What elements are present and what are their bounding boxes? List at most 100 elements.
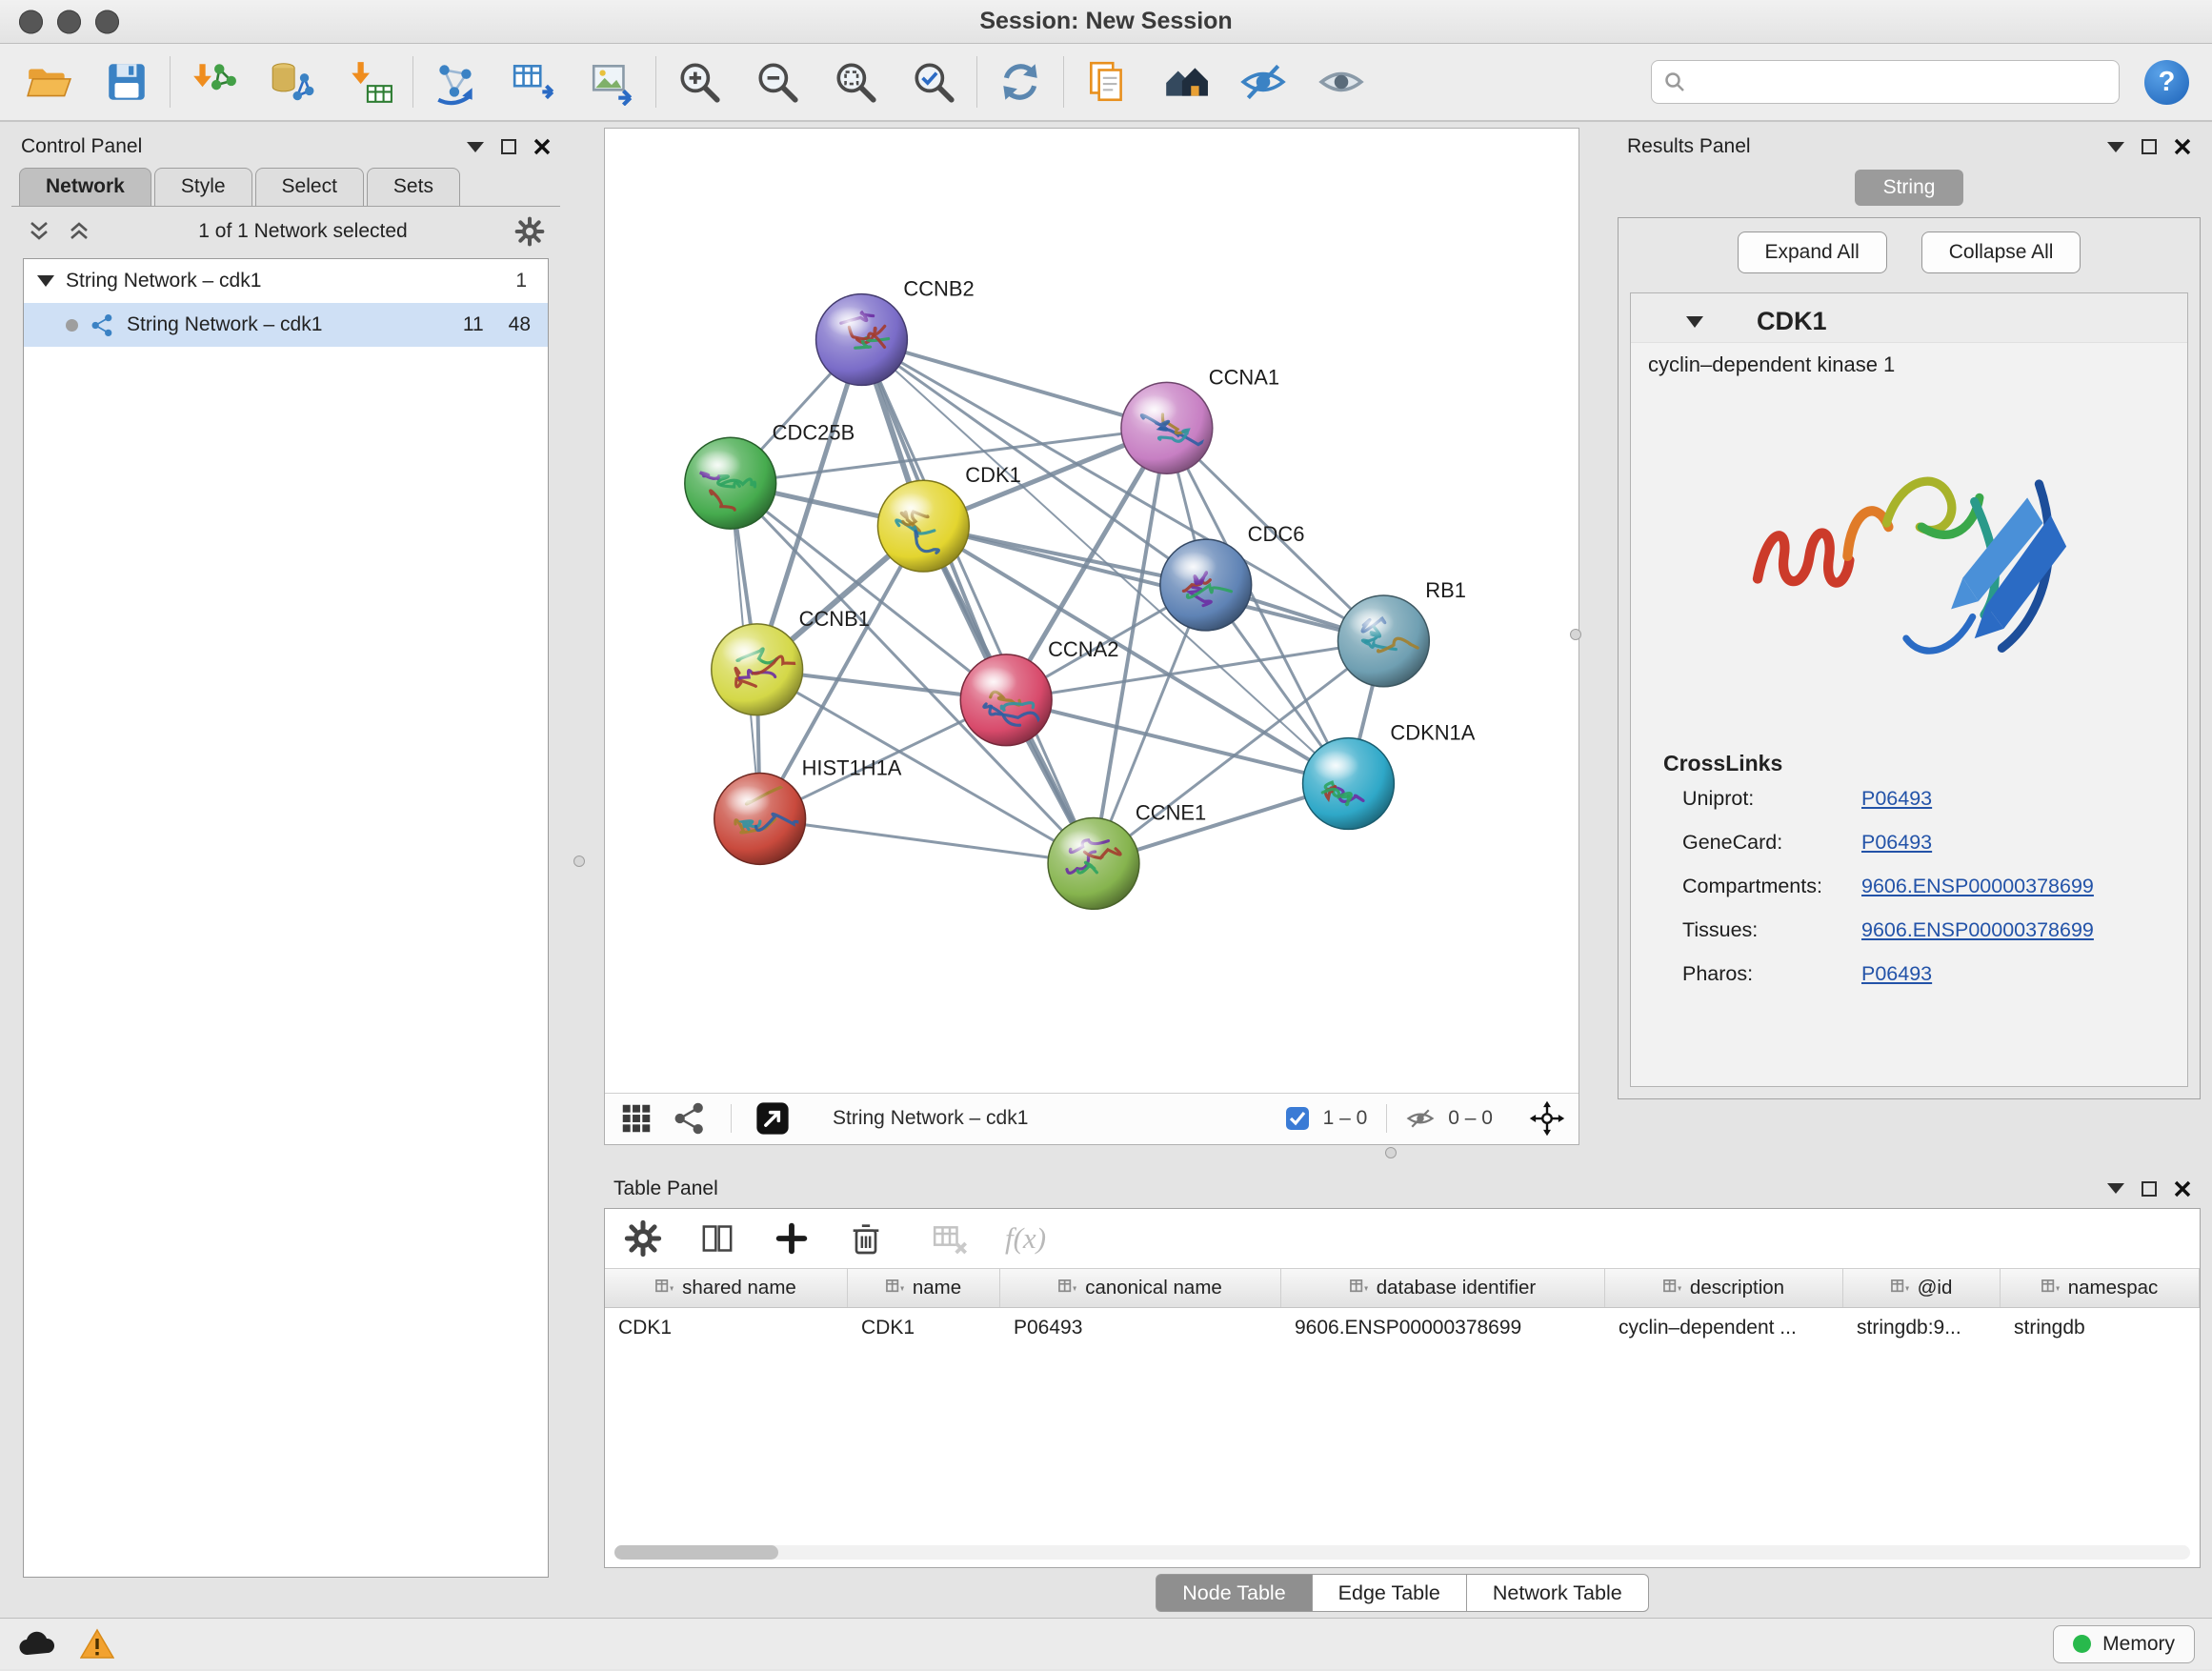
- network-edge[interactable]: [760, 818, 1094, 863]
- hidden-eye-slash-icon[interactable]: [1406, 1104, 1435, 1133]
- annotation-button[interactable]: [1081, 56, 1133, 108]
- cloud-icon[interactable]: [17, 1630, 57, 1659]
- collapse-all-button[interactable]: Collapse All: [1921, 232, 2081, 273]
- grid-view-button[interactable]: [618, 1100, 654, 1137]
- open-folder-icon: [25, 58, 72, 106]
- tab-select[interactable]: Select: [255, 168, 364, 206]
- network-node-CCNA1[interactable]: CCNA1: [1121, 365, 1279, 473]
- close-panel-icon[interactable]: [2174, 138, 2191, 155]
- apply-layout-button[interactable]: [995, 56, 1046, 108]
- memory-button[interactable]: Memory: [2053, 1625, 2195, 1663]
- network-row[interactable]: String Network – cdk1 11 48: [24, 303, 548, 347]
- import-network-database-button[interactable]: [266, 56, 317, 108]
- column-header-namespace[interactable]: namespac: [2001, 1269, 2200, 1307]
- warning-icon[interactable]: [80, 1628, 114, 1660]
- node-label-CCNA1: CCNA1: [1209, 365, 1279, 389]
- crosslink-link[interactable]: P06493: [1861, 962, 1932, 986]
- crosslink-link[interactable]: 9606.ENSP00000378699: [1861, 875, 2094, 898]
- network-tree: String Network – cdk1 1 String Network –…: [23, 258, 549, 1578]
- show-columns-icon[interactable]: [698, 1219, 736, 1258]
- float-panel-icon[interactable]: [2107, 1183, 2124, 1194]
- export-image-button[interactable]: [587, 56, 638, 108]
- import-network-file-button[interactable]: [188, 56, 239, 108]
- search-input[interactable]: [1696, 70, 2107, 93]
- minimize-window-button[interactable]: [57, 10, 81, 33]
- zoom-out-button[interactable]: [752, 56, 803, 108]
- float-panel-icon[interactable]: [2107, 142, 2124, 152]
- control-panel-tabs: Network Style Select Sets: [11, 166, 560, 207]
- column-header-shared-name[interactable]: shared name: [605, 1269, 848, 1307]
- column-header-database-identifier[interactable]: database identifier: [1281, 1269, 1605, 1307]
- network-collection-row[interactable]: String Network – cdk1 1: [24, 259, 548, 303]
- network-node-CDKN1A[interactable]: CDKN1A: [1303, 721, 1476, 830]
- navigator-crosshair-icon[interactable]: [1529, 1100, 1565, 1137]
- delete-table-icon: [931, 1219, 969, 1258]
- traffic-lights: [19, 10, 119, 33]
- crosslink-link[interactable]: P06493: [1861, 831, 1932, 855]
- network-from-table-button[interactable]: [509, 56, 560, 108]
- column-header-name[interactable]: name: [848, 1269, 1000, 1307]
- close-panel-icon[interactable]: [533, 138, 551, 155]
- collapse-all-chevrons-icon[interactable]: [67, 219, 91, 244]
- save-session-button[interactable]: [101, 56, 152, 108]
- zoom-selected-button[interactable]: [908, 56, 959, 108]
- import-table-button[interactable]: [344, 56, 395, 108]
- tab-string[interactable]: String: [1855, 170, 1964, 206]
- network-graph[interactable]: CCNB2CCNA1CDC25BCDK1CDC6RB1CCNB1CCNA2CDK…: [605, 129, 1579, 1093]
- zoom-in-button[interactable]: [674, 56, 725, 108]
- network-node-CCNB2[interactable]: CCNB2: [816, 277, 975, 386]
- maximize-window-button[interactable]: [95, 10, 119, 33]
- tree-expand-icon[interactable]: [37, 275, 54, 287]
- table-settings-gear-icon[interactable]: [624, 1219, 662, 1258]
- cell-shared-name: CDK1: [605, 1317, 848, 1339]
- zoom-fit-button[interactable]: [830, 56, 881, 108]
- close-panel-icon[interactable]: [2174, 1180, 2191, 1198]
- selected-checkbox-icon[interactable]: [1285, 1106, 1310, 1131]
- import-table-icon: [346, 58, 393, 106]
- network-node-RB1[interactable]: RB1: [1337, 578, 1466, 687]
- horizontal-scrollbar[interactable]: [614, 1545, 2190, 1560]
- float-panel-icon[interactable]: [467, 142, 484, 152]
- crosslink-link[interactable]: P06493: [1861, 787, 1932, 811]
- column-header-id[interactable]: @id: [1843, 1269, 2001, 1307]
- network-node-HIST1H1A[interactable]: HIST1H1A: [714, 756, 902, 865]
- tab-sets[interactable]: Sets: [367, 168, 460, 206]
- add-column-plus-icon[interactable]: [773, 1219, 811, 1258]
- network-canvas[interactable]: CCNB2CCNA1CDC25BCDK1CDC6RB1CCNB1CCNA2CDK…: [605, 129, 1579, 1093]
- network-edge[interactable]: [861, 340, 1094, 864]
- column-header-description[interactable]: description: [1605, 1269, 1843, 1307]
- open-session-button[interactable]: [23, 56, 74, 108]
- export-network-button[interactable]: [754, 1100, 791, 1137]
- crosslink-link[interactable]: 9606.ENSP00000378699: [1861, 918, 2094, 942]
- delete-column-trash-icon[interactable]: [847, 1219, 885, 1258]
- network-overview-button[interactable]: [1159, 56, 1211, 108]
- gear-icon[interactable]: [514, 216, 545, 247]
- network-node-CDK1[interactable]: CDK1: [877, 463, 1020, 572]
- collapse-gene-icon[interactable]: [1686, 316, 1703, 328]
- network-edge[interactable]: [861, 340, 1166, 429]
- splitter-handle[interactable]: [1385, 1147, 1397, 1158]
- close-window-button[interactable]: [19, 10, 43, 33]
- splitter-handle[interactable]: [573, 856, 585, 867]
- splitter-handle[interactable]: [1570, 629, 1581, 640]
- tab-network[interactable]: Network: [19, 168, 151, 206]
- tab-style[interactable]: Style: [154, 168, 252, 206]
- help-button[interactable]: ?: [2144, 60, 2189, 105]
- expand-all-button[interactable]: Expand All: [1738, 232, 1887, 273]
- scrollbar-thumb[interactable]: [614, 1545, 778, 1560]
- maximize-panel-icon[interactable]: [501, 139, 516, 154]
- show-panel-button[interactable]: [1316, 56, 1367, 108]
- tab-network-table[interactable]: Network Table: [1467, 1574, 1649, 1612]
- network-edge[interactable]: [923, 526, 1383, 641]
- hide-panel-button[interactable]: [1237, 56, 1289, 108]
- new-network-selection-button[interactable]: [431, 56, 482, 108]
- maximize-panel-icon[interactable]: [2142, 1181, 2157, 1197]
- control-panel: Control Panel Network Style Select Sets …: [11, 128, 560, 1618]
- tab-node-table[interactable]: Node Table: [1156, 1574, 1312, 1612]
- column-header-canonical-name[interactable]: canonical name: [1000, 1269, 1281, 1307]
- table-row[interactable]: CDK1 CDK1 P06493 9606.ENSP00000378699 cy…: [605, 1308, 2200, 1348]
- tab-edge-table[interactable]: Edge Table: [1313, 1574, 1467, 1612]
- network-share-button[interactable]: [672, 1100, 708, 1137]
- expand-all-chevrons-icon[interactable]: [27, 219, 51, 244]
- maximize-panel-icon[interactable]: [2142, 139, 2157, 154]
